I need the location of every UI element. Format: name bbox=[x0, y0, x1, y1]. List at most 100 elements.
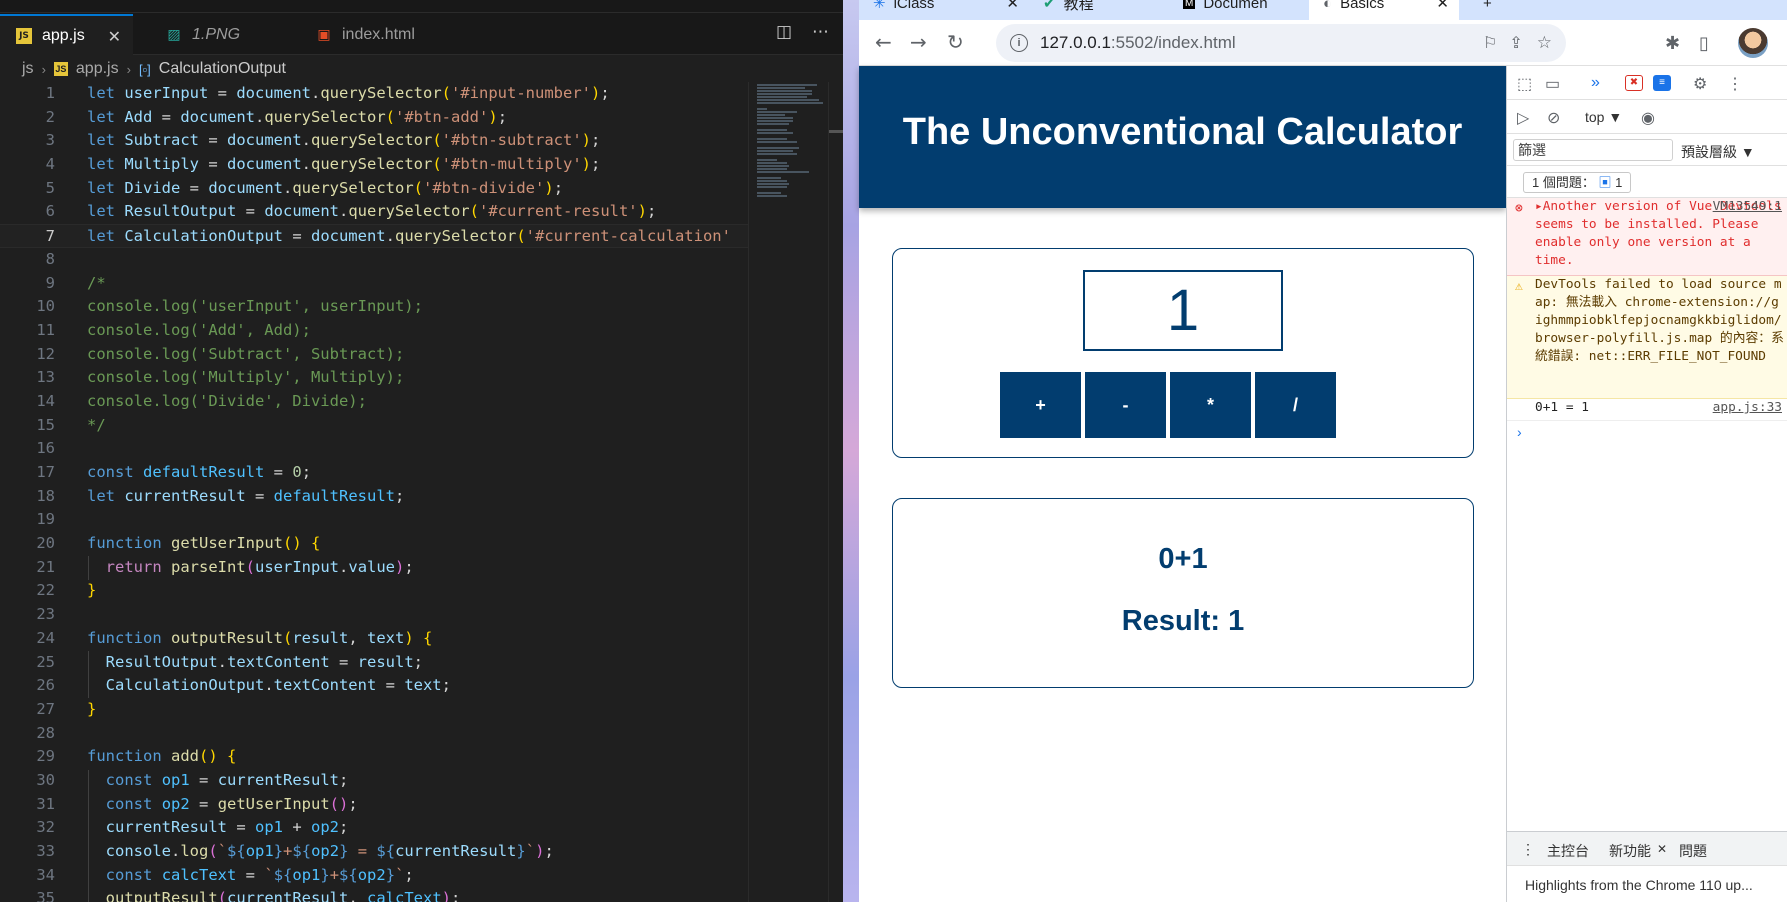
close-icon[interactable]: ✕ bbox=[108, 27, 121, 47]
tab-label: 1.PNG bbox=[192, 25, 241, 43]
breadcrumb-file[interactable]: app.js bbox=[76, 60, 119, 78]
web-page: The Unconventional Calculator 1 + - * / … bbox=[859, 66, 1506, 902]
side-panel-icon[interactable]: ▯ bbox=[1699, 33, 1709, 54]
close-icon[interactable]: ✕ bbox=[1657, 842, 1667, 856]
more-tabs-icon[interactable]: » bbox=[1591, 74, 1600, 92]
site-icon: M bbox=[1183, 0, 1196, 9]
variable-symbol-icon: [▫] bbox=[138, 61, 151, 77]
drawer-content: Highlights from the Chrome 110 up... bbox=[1507, 865, 1787, 902]
filter-bar: 篩選 預設層級 ▼ bbox=[1507, 134, 1787, 166]
forward-icon[interactable]: → bbox=[910, 30, 927, 54]
issues-label: 1 個問題： bbox=[1532, 175, 1595, 190]
context-selector[interactable]: top ▼ bbox=[1585, 109, 1622, 125]
url-host: 127.0.0.1 bbox=[1040, 33, 1111, 52]
html-file-icon: ▣ bbox=[317, 26, 331, 43]
page-header: The Unconventional Calculator bbox=[859, 66, 1506, 208]
page-title: The Unconventional Calculator bbox=[902, 110, 1463, 153]
current-result: 1 bbox=[1228, 605, 1245, 637]
close-icon[interactable]: ✕ bbox=[1436, 0, 1449, 12]
browser-tab-tutorial[interactable]: ✔ 教程 bbox=[1029, 0, 1169, 20]
warning-text: DevTools failed to load source map: 無法載入… bbox=[1535, 277, 1784, 364]
editor-scrollbar[interactable] bbox=[828, 82, 843, 902]
device-toolbar-icon[interactable]: ▭ bbox=[1545, 74, 1560, 94]
address-bar[interactable]: i 127.0.0.1:5502/index.html ⚐ ⇪ ☆ bbox=[996, 24, 1566, 62]
close-icon[interactable]: ✕ bbox=[1006, 0, 1019, 12]
issues-count: 1 bbox=[1615, 175, 1623, 190]
minimap[interactable] bbox=[748, 82, 828, 902]
number-input[interactable]: 1 bbox=[1083, 270, 1283, 351]
drawer-tab-issues[interactable]: 問題 bbox=[1679, 841, 1707, 861]
back-icon[interactable]: ← bbox=[875, 30, 892, 54]
console-warning-message: ⚠ DevTools failed to load source map: 無法… bbox=[1507, 276, 1787, 399]
console-toolbar: ▷ ⊘ top ▼ ◉ bbox=[1507, 100, 1787, 134]
issue-icon: ▣ bbox=[1598, 175, 1612, 190]
filter-input[interactable]: 篩選 bbox=[1513, 139, 1673, 161]
extensions-icon[interactable]: ✱ bbox=[1665, 33, 1680, 54]
console-error-message: ⊗ VM13549:1 ▸Another version of Vue Devt… bbox=[1507, 198, 1787, 276]
translate-icon[interactable]: ⚐ bbox=[1483, 33, 1497, 53]
site-info-icon[interactable]: i bbox=[1010, 34, 1028, 52]
share-icon[interactable]: ⇪ bbox=[1509, 33, 1522, 53]
subtract-button[interactable]: - bbox=[1085, 372, 1166, 438]
result-label: Result: bbox=[1121, 605, 1229, 637]
image-file-icon: ▨ bbox=[167, 26, 181, 43]
split-editor-icon[interactable]: ◫ bbox=[776, 22, 792, 42]
tab-1-png[interactable]: ▨ 1.PNG bbox=[150, 14, 300, 55]
source-link[interactable]: VM13549:1 bbox=[1713, 198, 1782, 216]
desktop-wallpaper-strip bbox=[843, 0, 859, 902]
gear-icon[interactable]: ⚙ bbox=[1693, 74, 1707, 94]
chevron-right-icon: › bbox=[41, 61, 46, 77]
browser-tab-documen[interactable]: M Documen bbox=[1169, 0, 1309, 20]
reload-icon[interactable]: ↻ bbox=[947, 30, 964, 54]
issues-button[interactable]: 1 個問題： ▣ 1 bbox=[1523, 172, 1632, 193]
browser-tab-label: 教程 bbox=[1063, 0, 1094, 13]
sidebar-toggle-icon[interactable]: ▷ bbox=[1517, 108, 1529, 128]
bookmark-star-icon[interactable]: ☆ bbox=[1537, 33, 1552, 53]
avatar[interactable] bbox=[1738, 28, 1768, 58]
plus-icon: + bbox=[1483, 0, 1492, 12]
devtools-top-bar: ⬚ ▭ » ✖ ≡ ⚙ ⋮ bbox=[1507, 66, 1787, 100]
breadcrumb-folder[interactable]: js bbox=[22, 60, 34, 78]
tab-index-html[interactable]: ▣ index.html bbox=[300, 14, 450, 55]
log-levels-dropdown[interactable]: 預設層級 ▼ bbox=[1681, 142, 1755, 162]
breadcrumb: js › JS app.js › [▫] CalculationOutput bbox=[22, 58, 286, 80]
log-text: 0+1 = 1 bbox=[1535, 400, 1589, 415]
browser-tab-basics[interactable]: ◐ Basics ✕ bbox=[1309, 0, 1459, 20]
scrollbar-thumb[interactable] bbox=[829, 130, 843, 133]
issues-count-icon[interactable]: ≡ bbox=[1653, 75, 1671, 91]
breadcrumb-symbol[interactable]: CalculationOutput bbox=[159, 60, 286, 78]
js-file-icon: JS bbox=[53, 62, 68, 76]
source-link[interactable]: app.js:33 bbox=[1713, 399, 1782, 417]
clear-console-icon[interactable]: ⊘ bbox=[1547, 108, 1560, 128]
multiply-button[interactable]: * bbox=[1170, 372, 1251, 438]
tab-app-js[interactable]: JS app.js ✕ bbox=[0, 14, 133, 55]
error-icon: ⊗ bbox=[1515, 201, 1523, 216]
console-log-message: 0+1 = 1 app.js:33 bbox=[1507, 399, 1787, 421]
inspect-element-icon[interactable]: ⬚ bbox=[1517, 74, 1532, 94]
browser-tab-label: Basics bbox=[1340, 0, 1385, 12]
input-card: 1 + - * / bbox=[892, 248, 1474, 458]
more-actions-icon[interactable]: ⋯ bbox=[812, 22, 829, 42]
drawer-tab-bar: ⋮ 主控台 新功能 ✕ 問題 bbox=[1507, 831, 1787, 869]
eye-icon[interactable]: ◉ bbox=[1641, 108, 1655, 128]
drawer-menu-icon[interactable]: ⋮ bbox=[1521, 841, 1535, 858]
js-file-icon: JS bbox=[16, 27, 32, 44]
url-path: :5502/index.html bbox=[1110, 33, 1236, 52]
browser-window: ✳ iClass ✕ ✔ 教程 M Documen ◐ Basics ✕ + ←… bbox=[859, 0, 1787, 902]
site-icon: ✔ bbox=[1043, 0, 1056, 12]
more-options-icon[interactable]: ⋮ bbox=[1727, 74, 1743, 94]
divide-button[interactable]: / bbox=[1255, 372, 1336, 438]
error-count-icon[interactable]: ✖ bbox=[1625, 75, 1643, 91]
tab-label: index.html bbox=[342, 25, 415, 43]
new-tab-button[interactable]: + bbox=[1469, 0, 1509, 20]
drawer-tab-console[interactable]: 主控台 bbox=[1547, 841, 1589, 861]
add-button[interactable]: + bbox=[1000, 372, 1081, 438]
code-area[interactable]: 1 let userInput = document.querySelector(… bbox=[0, 82, 750, 902]
browser-tab-iclass[interactable]: ✳ iClass ✕ bbox=[859, 0, 1029, 20]
browser-tab-strip: ✳ iClass ✕ ✔ 教程 M Documen ◐ Basics ✕ + bbox=[859, 0, 1787, 20]
warning-icon: ⚠ bbox=[1515, 279, 1523, 294]
code-editor: JS app.js ✕ ▨ 1.PNG ▣ index.html ◫ ⋯ js … bbox=[0, 0, 843, 902]
result-card: 0+1 Result: 1 bbox=[892, 498, 1474, 688]
globe-icon: ◐ bbox=[1323, 0, 1333, 12]
console-prompt-icon[interactable]: › bbox=[1517, 424, 1522, 440]
